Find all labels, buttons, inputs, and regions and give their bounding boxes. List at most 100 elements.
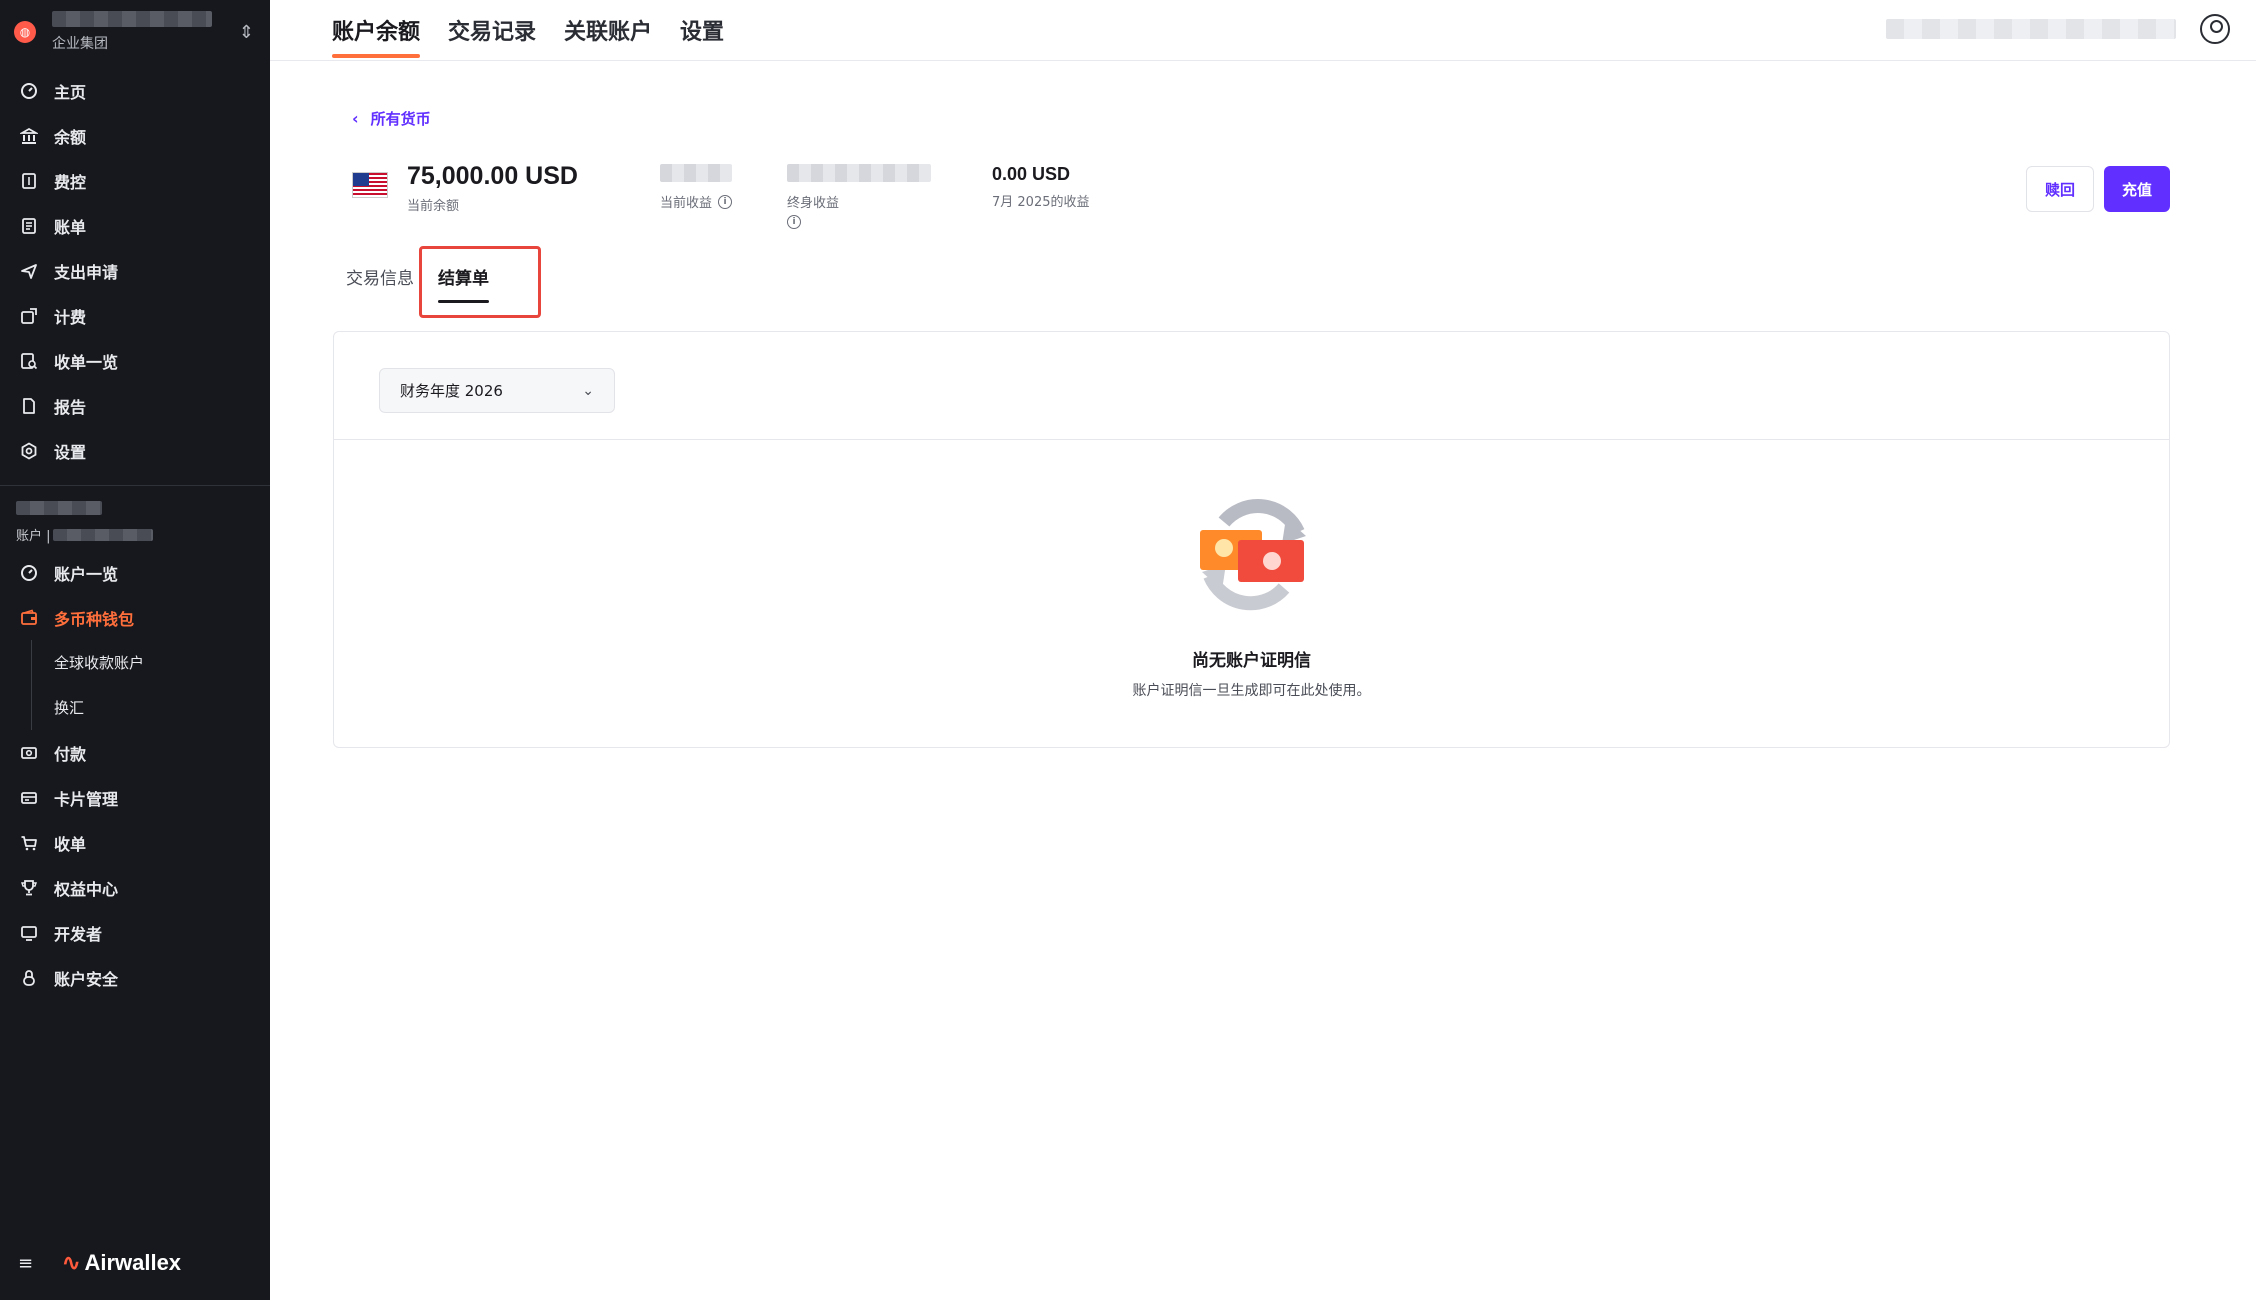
org-switcher[interactable]: ◍ 企业集团 ⇕ xyxy=(14,10,254,54)
sidebar-item-bills[interactable]: 账单 xyxy=(0,203,270,248)
sidebar-item-label: 换汇 xyxy=(54,699,85,717)
back-label: 所有货币 xyxy=(370,110,431,128)
balance-summary: 75,000.00 USD 当前余额 当前收益 i 终身收益 i 0.00 US… xyxy=(352,160,2170,229)
sidebar-item-spend-request[interactable]: 支出申请 xyxy=(0,248,270,293)
sidebar-item-multi-currency-wallet[interactable]: 多币种钱包 xyxy=(0,595,270,640)
chevron-updown-icon: ⇕ xyxy=(238,21,254,43)
submenu-guide-line xyxy=(31,640,32,730)
balance-amount: 75,000.00 USD xyxy=(407,162,578,190)
sidebar-item-label: 设置 xyxy=(54,442,87,462)
sidebar: ◍ 企业集团 ⇕ 主页 余额 费控 账单 支出申请 计费 收单一览 报告 设置 … xyxy=(0,0,270,1300)
metric-month-earnings: 0.00 USD 7月 2025的收益 xyxy=(992,164,1090,210)
sidebar-item-expense[interactable]: 费控 xyxy=(0,158,270,203)
sidebar-item-label: 全球收款账户 xyxy=(54,654,145,672)
bank-icon xyxy=(18,125,40,147)
receipt-icon xyxy=(18,170,40,192)
wallet-icon xyxy=(18,607,40,629)
sidebar-item-label: 收单 xyxy=(54,834,87,854)
top-nav: 账户余额 交易记录 关联账户 设置 xyxy=(270,0,2256,61)
month-earnings-value: 0.00 USD xyxy=(992,164,1071,184)
sidebar-item-label: 多币种钱包 xyxy=(54,609,135,629)
redeem-button[interactable]: 赎回 xyxy=(2026,166,2094,212)
payment-icon xyxy=(18,742,40,764)
user-avatar-icon[interactable] xyxy=(2200,14,2230,44)
sidebar-item-security[interactable]: 账户安全 xyxy=(0,955,270,1000)
report-search-icon xyxy=(18,350,40,372)
tab-transaction-info[interactable]: 交易信息 xyxy=(346,264,414,303)
org-name-redacted xyxy=(52,11,212,27)
info-icon[interactable]: i xyxy=(787,215,801,229)
send-icon xyxy=(18,260,40,282)
billing-icon xyxy=(18,305,40,327)
sidebar-item-label: 支出申请 xyxy=(54,262,119,282)
account-subtitle: 账户 | xyxy=(16,529,51,544)
fiscal-year-select[interactable]: 财务年度 2026 ⌄ xyxy=(379,368,615,413)
gear-icon xyxy=(18,440,40,462)
brand-name: Airwallex xyxy=(84,1250,182,1275)
back-to-all-currencies-link[interactable]: ‹ 所有货币 xyxy=(352,108,431,129)
card-icon xyxy=(18,787,40,809)
tab-account-balance[interactable]: 账户余额 xyxy=(332,14,421,58)
empty-state-illustration xyxy=(1194,492,1314,616)
airwallex-logo-icon: ∿ xyxy=(62,1250,81,1275)
sidebar-item-label: 账单 xyxy=(54,217,87,237)
sidebar-item-balance[interactable]: 余额 xyxy=(0,113,270,158)
sidebar-item-account-overview[interactable]: 账户一览 xyxy=(0,550,270,595)
sidebar-divider xyxy=(0,485,270,486)
tab-settings[interactable]: 设置 xyxy=(680,14,724,58)
top-up-button[interactable]: 充值 xyxy=(2104,166,2170,212)
bill-icon xyxy=(18,215,40,237)
hamburger-menu-icon[interactable]: ≡ xyxy=(18,1253,40,1274)
sidebar-item-payments[interactable]: 付款 xyxy=(0,730,270,775)
trophy-icon xyxy=(18,877,40,899)
user-name-redacted xyxy=(1886,19,2176,39)
info-icon[interactable]: i xyxy=(718,194,733,209)
account-switcher[interactable]: 账户 | xyxy=(16,500,153,544)
empty-state-title: 尚无账户证明信 xyxy=(1192,651,1311,671)
lifetime-earnings-redacted xyxy=(787,164,931,182)
sidebar-item-label: 费控 xyxy=(54,172,87,192)
chevron-down-icon: ⌄ xyxy=(582,382,594,399)
sidebar-item-cards[interactable]: 卡片管理 xyxy=(0,775,270,820)
sidebar-item-rewards[interactable]: 权益中心 xyxy=(0,865,270,910)
sidebar-item-acquiring-overview[interactable]: 收单一览 xyxy=(0,338,270,383)
chevron-left-icon: ‹ xyxy=(352,109,359,128)
airwallex-logo: ∿ Airwallex xyxy=(62,1250,181,1276)
sidebar-item-reports[interactable]: 报告 xyxy=(0,383,270,428)
main-nav: 主页 余额 费控 账单 支出申请 计费 收单一览 报告 设置 xyxy=(0,68,270,473)
org-logo-icon: ◍ xyxy=(14,21,36,43)
us-flag-icon xyxy=(352,172,388,198)
sidebar-item-fx[interactable]: 换汇 xyxy=(0,685,270,730)
empty-state-description: 账户证明信一旦生成即可在此处使用。 xyxy=(1132,683,1371,699)
sidebar-item-label: 权益中心 xyxy=(54,879,119,899)
tab-transactions[interactable]: 交易记录 xyxy=(448,14,536,58)
sidebar-item-developer[interactable]: 开发者 xyxy=(0,910,270,955)
metric-lifetime-earnings: 终身收益 i xyxy=(787,164,931,229)
sidebar-item-label: 付款 xyxy=(54,744,87,764)
current-earnings-redacted xyxy=(660,164,732,182)
sidebar-item-label: 主页 xyxy=(54,82,87,102)
sidebar-item-global-accounts[interactable]: 全球收款账户 xyxy=(0,640,270,685)
month-earnings-label: 7月 2025的收益 xyxy=(992,195,1090,210)
statements-card: 财务年度 2026 ⌄ 尚无账户证明信 账户证明信一旦生成即可在此处使用。 xyxy=(333,331,2170,748)
tab-linked-accounts[interactable]: 关联账户 xyxy=(564,14,652,58)
document-icon xyxy=(18,395,40,417)
sidebar-item-label: 账户安全 xyxy=(54,969,119,989)
highlight-annotation-box xyxy=(419,246,541,318)
sidebar-item-label: 余额 xyxy=(54,127,87,147)
sidebar-item-label: 账户一览 xyxy=(54,564,119,584)
dashboard-icon xyxy=(18,562,40,584)
fiscal-year-value: 财务年度 2026 xyxy=(400,382,503,400)
account-name-redacted xyxy=(16,501,102,515)
sidebar-item-home[interactable]: 主页 xyxy=(0,68,270,113)
sidebar-item-label: 计费 xyxy=(54,307,87,327)
sidebar-item-settings[interactable]: 设置 xyxy=(0,428,270,473)
sidebar-item-billing[interactable]: 计费 xyxy=(0,293,270,338)
monitor-icon xyxy=(18,922,40,944)
dashboard-icon xyxy=(18,80,40,102)
sidebar-item-label: 卡片管理 xyxy=(54,789,119,809)
metric-current-earnings: 当前收益 i xyxy=(660,164,733,211)
org-subtitle: 企业集团 xyxy=(52,36,108,52)
lock-icon xyxy=(18,967,40,989)
sidebar-item-acquiring[interactable]: 收单 xyxy=(0,820,270,865)
